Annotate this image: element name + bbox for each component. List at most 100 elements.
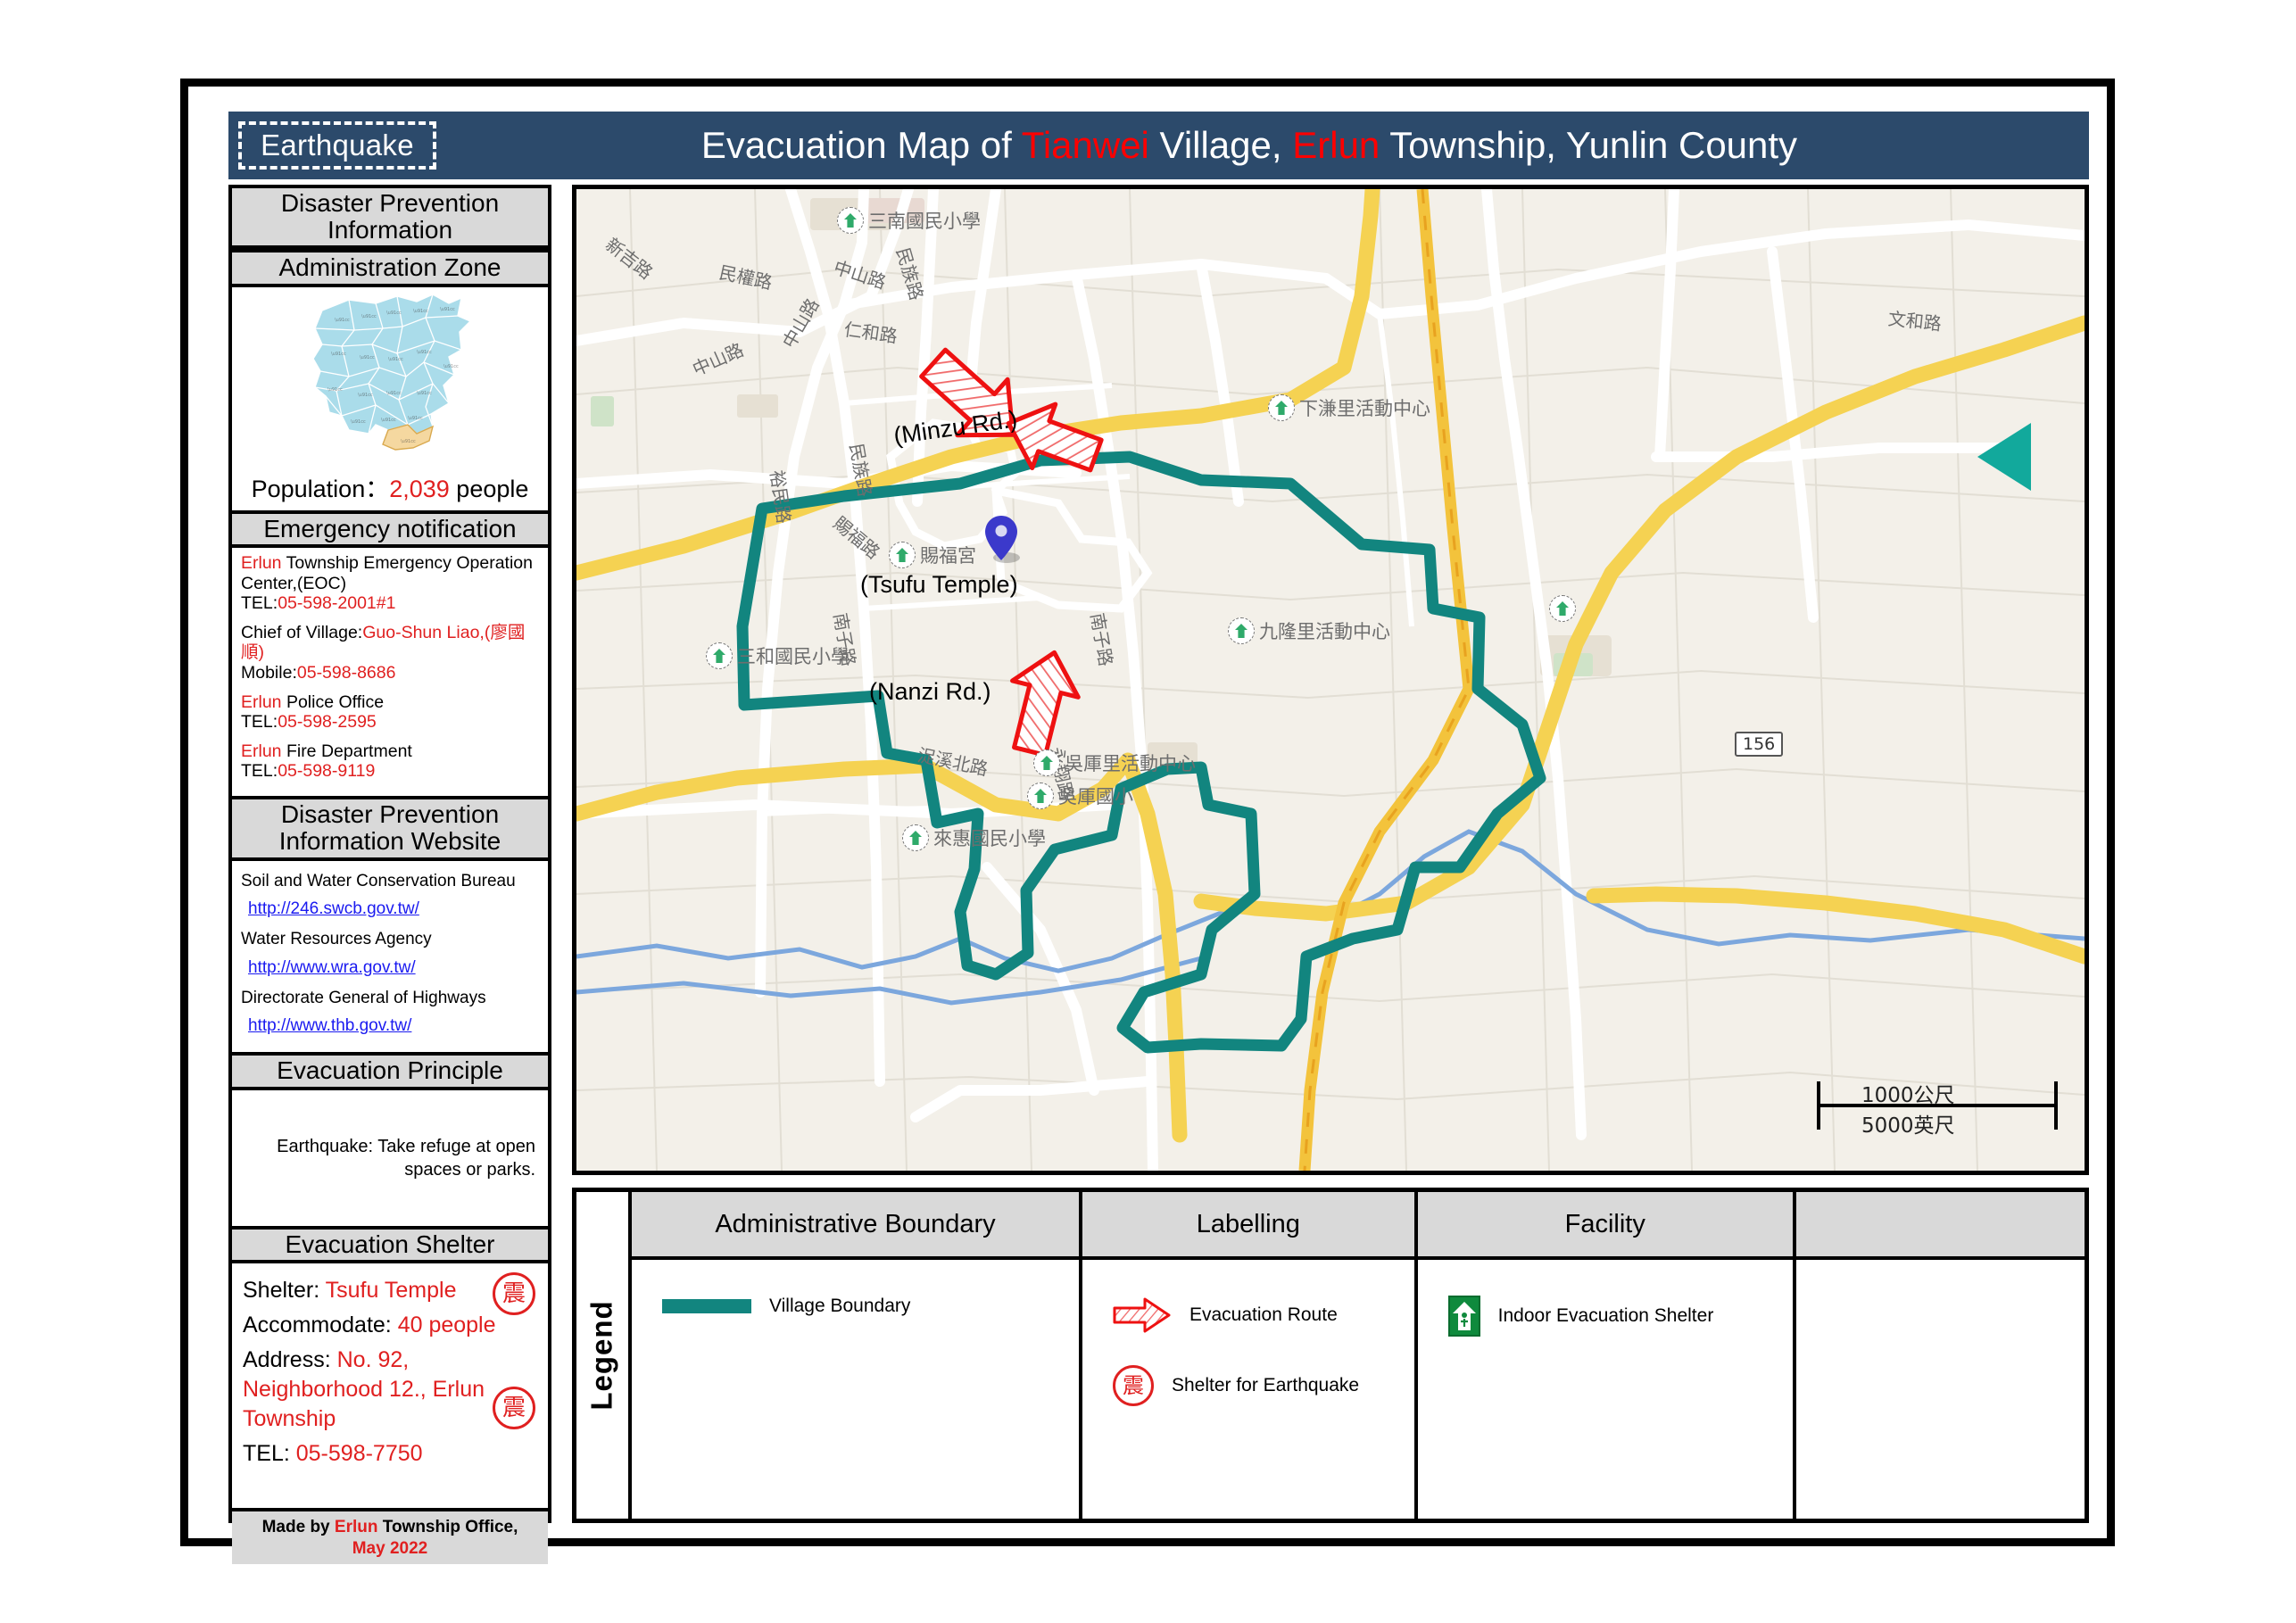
poi-laihui-elementary-school[interactable]: 來惠國民小學 [902,824,1046,851]
info-sidebar: Disaster Prevention Information Administ… [228,185,551,1565]
poi-xianan-community-center[interactable]: 下溓里活動中心 [1268,394,1430,421]
svg-text:\u91cc: \u91cc [417,350,432,355]
contact-org-highlight: Erlun [241,691,282,712]
contact-org-highlight: Erlun [241,741,282,761]
poi-wucuo-community-center[interactable]: 吳厙里活動中心 [1033,749,1196,776]
svg-text:\u91cc: \u91cc [381,418,396,423]
location-pin-icon [985,516,1020,563]
poi-sannan-elementary-school[interactable]: 三南國民小學 [837,207,981,234]
legend-item-label: Evacuation Route [1189,1304,1338,1325]
svg-text:\u91cc: \u91cc [413,309,428,314]
credit-post: Township Office, [377,1517,518,1536]
contact-tel-value: 05-598-8686 [296,662,396,683]
map-label-tsufu-temple: (Tsufu Temple) [860,571,1018,598]
shelter-name-label: Shelter: [243,1277,326,1303]
poi-wucuo-elementary-school[interactable]: 吳厙國小 [1027,783,1133,809]
svg-text:\u91cc: \u91cc [331,352,346,357]
contact-tel-value: 05-598-2595 [278,712,377,733]
earthquake-shelter-stamp-icon: 震 [493,1271,535,1315]
section-header-evacuation-shelter: Evacuation Shelter [232,1225,548,1263]
township-map-shape: \u91cc \u91cc \u91cc \u91cc \u91cc \u91cc \u… [312,293,472,451]
highway-shield-156: 156 [1735,732,1784,757]
contact-item-police: Erlun Police Office TEL:05-598-2595 [241,692,539,733]
contact-org-name: Fire Department [281,741,412,761]
evacuation-route-arrow-icon [1113,1297,1171,1333]
svg-text:\u91cc: \u91cc [351,419,366,425]
svg-text:\u91cc: \u91cc [443,364,459,369]
svg-text:\u91cc: \u91cc [361,314,377,319]
svg-text:\u91cc: \u91cc [358,393,373,398]
stamp-glyph: 震 [501,1394,526,1421]
scale-metric: 1000公尺 [1861,1084,1955,1107]
svg-text:\u91cc: \u91cc [440,307,455,312]
contact-tel-label: TEL: [241,593,278,614]
legend-column-title: Administrative Boundary [632,1192,1079,1260]
indoor-evacuation-shelter-icon [1549,595,1576,622]
shelter-name-value: Tsufu Temple [325,1277,457,1303]
section-header-evacuation-principle: Evacuation Principle [232,1052,548,1090]
svg-text:\u91cc: \u91cc [360,355,375,360]
section-header-information-website: Disaster Prevention Information Website [232,796,548,861]
legend-item-label: Village Boundary [769,1296,911,1316]
indoor-evacuation-shelter-icon [889,542,916,568]
contact-tel-label: TEL: [241,712,278,733]
contact-tel-value: 05-598-2001#1 [278,593,396,614]
title-village-name: Tianwei [1021,124,1149,166]
contact-item-eoc: Erlun Township Emergency Operation Cente… [241,553,539,614]
contact-tel-label: TEL: [241,761,278,782]
poi-label: 吳厙里活動中心 [1065,753,1196,774]
contact-item-village-chief: Chief of Village:Guo-Shun Liao,(廖國順) Mob… [241,623,539,683]
indoor-evacuation-shelter-icon [1268,394,1295,421]
legend-column-title [1795,1192,2085,1260]
section-header-emergency-notification: Emergency notification [232,509,548,548]
svg-text:\u91cc: \u91cc [417,391,432,396]
contact-tel-value: 05-598-9119 [278,761,376,782]
shelter-address-line: Address: No. 92, Neighborhood 12., Erlun… [243,1346,537,1434]
indoor-evacuation-shelter-icon [1033,749,1060,776]
legend-column-administrative-boundary: Administrative Boundary Village Boundary [632,1192,1082,1519]
indoor-evacuation-shelter-icon [706,642,733,669]
shelter-capacity-line: Accommodate: 40 people [243,1311,537,1340]
legend-column-facility: Facility Indoor Evacuation Shelter [1417,1192,1796,1519]
legend-side-label: Legend [585,1300,618,1411]
poster-credit: Made by Erlun Township Office, May 2022 [232,1507,548,1565]
stamp-glyph: 震 [1122,1373,1144,1398]
legend-item-label: Shelter for Earthquake [1171,1375,1360,1395]
administration-zone-thumbnail: \u91cc \u91cc \u91cc \u91cc \u91cc \u91cc \u… [232,287,548,466]
population-value: 2,039 [389,475,450,502]
website-org-name: Water Resources Agency [241,930,432,949]
legend-column-title: Facility [1417,1192,1793,1260]
website-link-swcb[interactable]: http://246.swcb.gov.tw/ [248,899,539,920]
section-header-disaster-prevention-information: Disaster Prevention Information [232,188,548,250]
poi-label: 來惠國民小學 [933,828,1046,849]
legend-item-shelter-for-earthquake: 震 Shelter for Earthquake [1112,1365,1414,1406]
evacuation-map[interactable]: (Minzu Rd.) (Tsufu Temple) (Nanzi Rd.) 新… [572,185,2089,1175]
poi-jiulong-community-center[interactable]: 九隆里活動中心 [1228,617,1390,644]
contact-org-name: Police Office [281,691,385,712]
stamp-glyph: 震 [501,1279,526,1307]
poster-header: Earthquake Evacuation Map of Tianwei Vil… [228,112,2089,179]
poi-tsufu-temple[interactable]: 賜福宮 [889,542,976,568]
shelter-tel-line: TEL: 05-598-7750 [243,1439,537,1469]
poi-unnamed-shelter[interactable] [1549,595,1580,622]
cn-road-label: 文和路 [1886,307,1943,335]
contact-org-name: Chief of Village: [241,622,363,642]
emergency-contacts-list: Erlun Township Emergency Operation Cente… [232,548,548,796]
disaster-type-label: Earthquake [261,128,414,161]
poi-label: 下溓里活動中心 [1299,398,1430,419]
poi-sanhe-elementary-school[interactable]: 三和國民小學 [706,642,850,669]
contact-item-fire: Erlun Fire Department TEL:05-598-9119 [241,741,539,782]
indoor-evacuation-shelter-icon [1228,617,1255,644]
poi-label: 三南國民小學 [868,211,981,232]
poi-label: 三和國民小學 [737,646,850,667]
evacuation-principle-body: Earthquake: Take refuge at open spaces o… [232,1090,548,1226]
credit-date: May 2022 [352,1538,428,1558]
legend-item-label: Indoor Evacuation Shelter [1497,1305,1714,1326]
svg-text:\u91cc: \u91cc [388,357,403,362]
website-link-thb[interactable]: http://www.thb.gov.tw/ [248,1016,539,1037]
population-label: Population： [251,475,390,502]
legend-item-indoor-evacuation-shelter: Indoor Evacuation Shelter [1447,1296,1793,1337]
shelter-capacity-value: 40 people [397,1312,496,1337]
website-link-wra[interactable]: http://www.wra.gov.tw/ [248,958,539,979]
boundary-line-swatch [662,1299,751,1313]
